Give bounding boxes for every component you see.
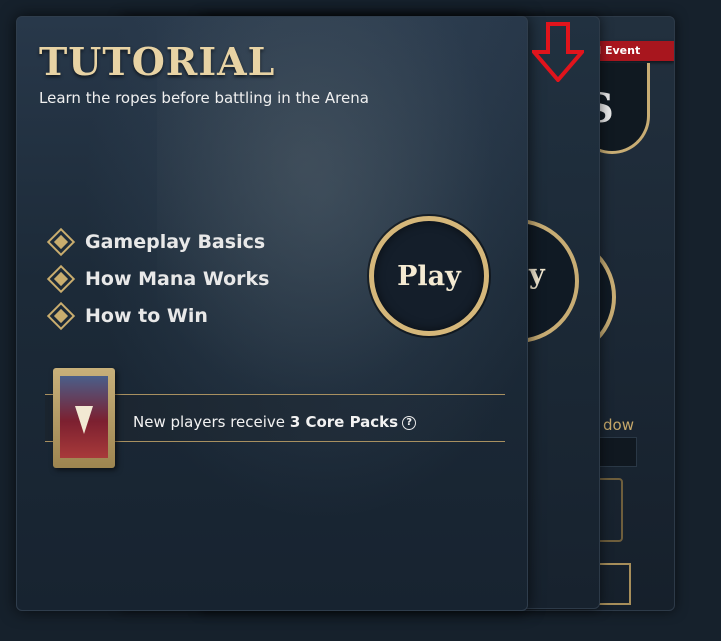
back-window-text: dow	[603, 416, 634, 434]
tutorial-subtitle: Learn the ropes before battling in the A…	[39, 89, 369, 107]
lesson-item: How to Win	[46, 297, 269, 334]
lesson-item: How Mana Works	[46, 260, 270, 297]
lesson-label: Gameplay Basics	[85, 230, 266, 253]
pack-icon	[53, 368, 115, 468]
reward-prefix: New players receive	[133, 413, 290, 431]
lesson-label: How to Win	[85, 304, 208, 327]
lesson-item: Gameplay Basics	[46, 223, 269, 260]
diamond-icon	[46, 264, 76, 293]
lesson-list: Gameplay Basics How Mana Works How to Wi…	[46, 223, 270, 334]
diamond-icon	[46, 301, 76, 330]
tutorial-title: TUTORIAL	[39, 39, 276, 84]
lesson-label: How Mana Works	[85, 267, 270, 290]
reward-packs: 3 Core Packs	[289, 413, 399, 431]
help-icon[interactable]: ?	[402, 416, 417, 430]
reward-text: New players receive 3 Core Packs?	[133, 413, 417, 431]
diamond-icon	[46, 227, 76, 256]
tutorial-card: TUTORIAL Learn the ropes before battling…	[16, 16, 528, 611]
play-button[interactable]: Play	[369, 216, 489, 336]
arrow-down-icon	[532, 22, 584, 82]
middle-play-label: y	[529, 259, 545, 290]
